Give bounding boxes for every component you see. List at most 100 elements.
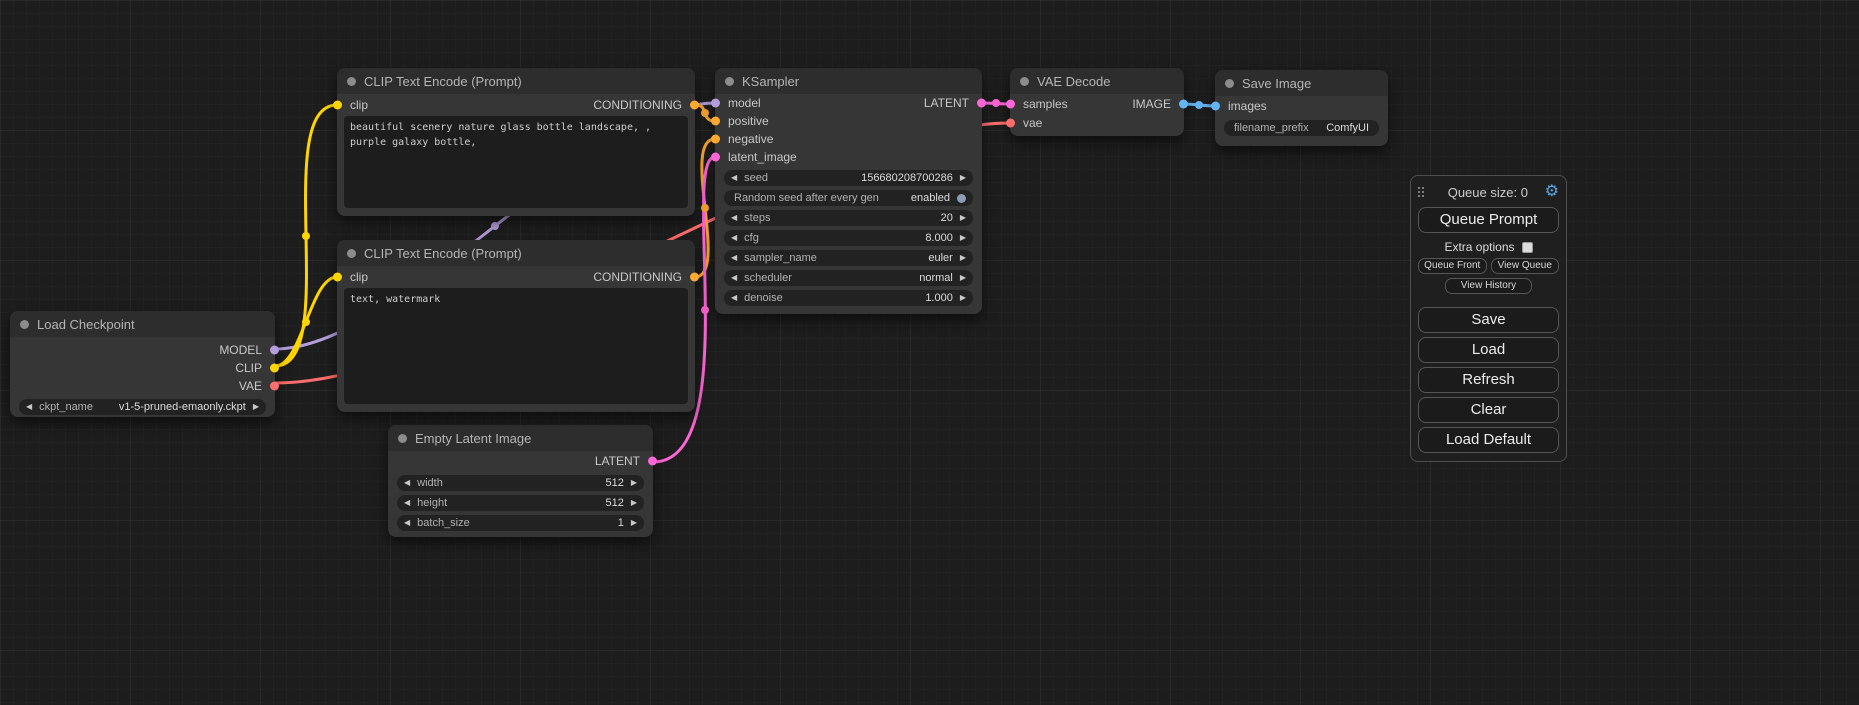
node-title: CLIP Text Encode (Prompt) xyxy=(364,246,522,261)
output-dot-latent[interactable] xyxy=(977,99,986,108)
clear-button[interactable]: Clear xyxy=(1418,397,1559,423)
output-dot-conditioning[interactable] xyxy=(690,101,699,110)
node-header[interactable]: Empty Latent Image xyxy=(388,425,653,451)
queue-prompt-button[interactable]: Queue Prompt xyxy=(1418,207,1559,233)
widget-value: 156680208700286 xyxy=(861,172,953,184)
node-header[interactable]: VAE Decode xyxy=(1010,68,1184,94)
output-dot-image[interactable] xyxy=(1179,99,1188,108)
input-dot-images[interactable] xyxy=(1211,102,1220,111)
widget-random-seed-toggle[interactable]: Random seed after every gen enabled xyxy=(724,190,973,206)
collapse-dot-icon[interactable] xyxy=(1225,79,1234,88)
collapse-dot-icon[interactable] xyxy=(347,77,356,86)
node-header[interactable]: Load Checkpoint xyxy=(10,311,275,337)
output-dot-clip[interactable] xyxy=(270,364,279,373)
increment-arrow-icon[interactable] xyxy=(631,479,637,487)
widget-sampler-name[interactable]: sampler_name euler xyxy=(724,250,973,266)
output-dot-latent[interactable] xyxy=(648,457,657,466)
node-title: VAE Decode xyxy=(1037,74,1110,89)
widget-steps[interactable]: steps 20 xyxy=(724,210,973,226)
node-header[interactable]: CLIP Text Encode (Prompt) xyxy=(337,240,695,266)
refresh-button[interactable]: Refresh xyxy=(1418,367,1559,393)
output-dot-model[interactable] xyxy=(270,346,279,355)
node-header[interactable]: Save Image xyxy=(1215,70,1388,96)
input-dot-model[interactable] xyxy=(711,99,720,108)
increment-arrow-icon[interactable] xyxy=(960,294,966,302)
increment-arrow-icon[interactable] xyxy=(960,274,966,282)
node-header[interactable]: CLIP Text Encode (Prompt) xyxy=(337,68,695,94)
prompt-textarea[interactable]: text, watermark xyxy=(344,288,688,404)
node-clip-text-encode-positive[interactable]: CLIP Text Encode (Prompt) clip CONDITION… xyxy=(337,68,695,216)
increment-arrow-icon[interactable] xyxy=(960,234,966,242)
decrement-arrow-icon[interactable] xyxy=(731,214,737,222)
load-default-button[interactable]: Load Default xyxy=(1418,427,1559,453)
widget-width[interactable]: width 512 xyxy=(397,475,644,491)
collapse-dot-icon[interactable] xyxy=(20,320,29,329)
collapse-dot-icon[interactable] xyxy=(347,249,356,258)
collapse-dot-icon[interactable] xyxy=(725,77,734,86)
node-ksampler[interactable]: KSampler model LATENT positive negative … xyxy=(715,68,982,314)
decrement-arrow-icon[interactable] xyxy=(731,254,737,262)
input-slot-latent-image: latent_image xyxy=(715,148,982,166)
widget-batch-size[interactable]: batch_size 1 xyxy=(397,515,644,531)
input-dot-clip[interactable] xyxy=(333,101,342,110)
increment-arrow-icon[interactable] xyxy=(960,174,966,182)
input-dot-vae[interactable] xyxy=(1006,118,1015,127)
node-empty-latent-image[interactable]: Empty Latent Image LATENT width 512 heig… xyxy=(388,425,653,537)
widget-denoise[interactable]: denoise 1.000 xyxy=(724,290,973,306)
node-clip-text-encode-negative[interactable]: CLIP Text Encode (Prompt) clip CONDITION… xyxy=(337,240,695,412)
widget-scheduler[interactable]: scheduler normal xyxy=(724,270,973,286)
widget-value: enabled xyxy=(911,192,950,204)
increment-arrow-icon[interactable] xyxy=(960,214,966,222)
settings-gear-icon[interactable]: ⚙ xyxy=(1545,184,1559,200)
decrement-arrow-icon[interactable] xyxy=(731,234,737,242)
widget-name: ckpt_name xyxy=(39,401,93,413)
extra-options-checkbox[interactable] xyxy=(1522,242,1533,253)
view-queue-button[interactable]: View Queue xyxy=(1491,258,1560,274)
graph-canvas[interactable]: Load Checkpoint MODEL CLIP VAE ckpt_name… xyxy=(0,0,1859,705)
load-button[interactable]: Load xyxy=(1418,337,1559,363)
view-history-button[interactable]: View History xyxy=(1445,278,1532,294)
input-dot-latent-image[interactable] xyxy=(711,153,720,162)
widget-height[interactable]: height 512 xyxy=(397,495,644,511)
input-dot-positive[interactable] xyxy=(711,117,720,126)
input-dot-samples[interactable] xyxy=(1006,99,1015,108)
save-button[interactable]: Save xyxy=(1418,307,1559,333)
wire-midpoint-dot xyxy=(302,318,310,326)
decrement-arrow-icon[interactable] xyxy=(26,403,32,411)
widget-filename-prefix[interactable]: filename_prefix ComfyUI xyxy=(1224,120,1379,136)
prompt-textarea[interactable]: beautiful scenery nature glass bottle la… xyxy=(344,116,688,208)
node-save-image[interactable]: Save Image images filename_prefix ComfyU… xyxy=(1215,70,1388,146)
widget-value: normal xyxy=(919,272,953,284)
increment-arrow-icon[interactable] xyxy=(960,254,966,262)
node-title: Load Checkpoint xyxy=(37,317,135,332)
decrement-arrow-icon[interactable] xyxy=(731,294,737,302)
widget-value: 512 xyxy=(605,497,623,509)
node-header[interactable]: KSampler xyxy=(715,68,982,94)
toggle-knob-icon[interactable] xyxy=(957,194,966,203)
input-dot-clip[interactable] xyxy=(333,273,342,282)
decrement-arrow-icon[interactable] xyxy=(404,499,410,507)
node-load-checkpoint[interactable]: Load Checkpoint MODEL CLIP VAE ckpt_name… xyxy=(10,311,275,417)
decrement-arrow-icon[interactable] xyxy=(404,479,410,487)
decrement-arrow-icon[interactable] xyxy=(404,519,410,527)
collapse-dot-icon[interactable] xyxy=(398,434,407,443)
decrement-arrow-icon[interactable] xyxy=(731,274,737,282)
input-label: negative xyxy=(728,132,773,146)
widget-cfg[interactable]: cfg 8.000 xyxy=(724,230,973,246)
collapse-dot-icon[interactable] xyxy=(1020,77,1029,86)
decrement-arrow-icon[interactable] xyxy=(731,174,737,182)
output-slot-vae: VAE xyxy=(10,377,275,395)
drag-handle-icon[interactable] xyxy=(1418,187,1425,198)
output-dot-vae[interactable] xyxy=(270,382,279,391)
output-slot-model: MODEL xyxy=(10,341,275,359)
increment-arrow-icon[interactable] xyxy=(631,499,637,507)
widget-ckpt-name[interactable]: ckpt_name v1-5-pruned-emaonly.ckpt xyxy=(19,399,266,415)
output-dot-conditioning[interactable] xyxy=(690,273,699,282)
output-label: LATENT xyxy=(595,454,640,468)
widget-seed[interactable]: seed 156680208700286 xyxy=(724,170,973,186)
increment-arrow-icon[interactable] xyxy=(631,519,637,527)
queue-front-button[interactable]: Queue Front xyxy=(1418,258,1487,274)
node-vae-decode[interactable]: VAE Decode samples IMAGE vae xyxy=(1010,68,1184,136)
increment-arrow-icon[interactable] xyxy=(253,403,259,411)
input-dot-negative[interactable] xyxy=(711,135,720,144)
